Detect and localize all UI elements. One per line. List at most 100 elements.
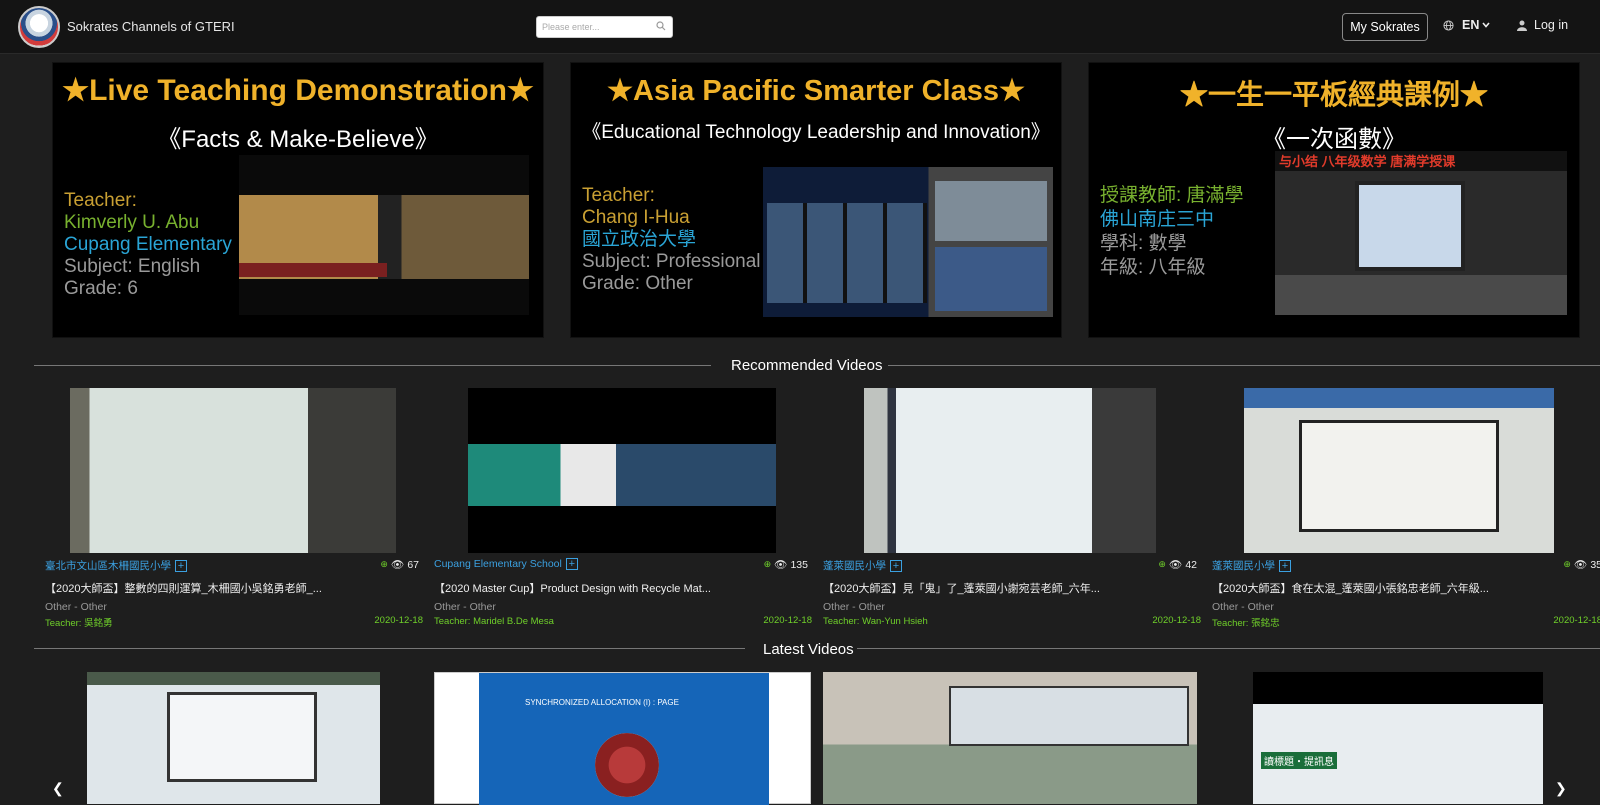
grade: Grade: Other	[582, 273, 693, 294]
video-date: 2020-12-18	[1152, 615, 1201, 626]
carousel-next-arrow[interactable]: ❯	[1555, 780, 1567, 797]
teacher-label: Teacher:	[582, 185, 655, 206]
brand-name[interactable]: Sokrates Channels of GTERI	[67, 19, 235, 34]
video-thumbnail[interactable]	[1244, 388, 1554, 553]
school-link[interactable]: 臺北市文山區木柵國民小學 +	[45, 558, 423, 573]
view-count: ⊕ 👁 42	[1158, 558, 1197, 572]
school-link[interactable]: 蓬萊國民小學 +	[823, 558, 1201, 573]
video-category: Other - Other	[434, 601, 496, 613]
view-number: 35	[1590, 558, 1600, 571]
divider	[888, 365, 1600, 366]
view-number: 135	[790, 558, 808, 571]
latest-thumbnail[interactable]	[87, 672, 380, 804]
plus-icon[interactable]: +	[1279, 559, 1291, 572]
my-sokrates-button[interactable]: My Sokrates	[1342, 13, 1428, 41]
video-card[interactable]: 蓬萊國民小學 + ⊕ 👁 35 【2020大師盃】食在太混_蓬萊國小張銘忠老師_六年級…	[1212, 388, 1600, 629]
banner-title: ★Asia Pacific Smarter Class★	[607, 75, 1025, 107]
grade: Grade: 6	[64, 278, 138, 299]
site-logo[interactable]	[18, 6, 60, 48]
eye-icon: 👁	[1168, 559, 1183, 571]
divider	[34, 648, 745, 649]
banner-subtitle: 《一次函數》	[1262, 126, 1406, 153]
video-date: 2020-12-18	[763, 615, 812, 626]
school-name: 臺北市文山區木柵國民小學	[45, 560, 171, 572]
school-name: 國立政治大學	[582, 229, 697, 250]
school-name: 蓬萊國民小學	[1212, 560, 1275, 572]
banner-info: 授課教師: 唐滿學 佛山南庄三中 學科: 數學 年級: 八年級	[1100, 184, 1244, 280]
video-card[interactable]: Cupang Elementary School + ⊕ 👁 135 【2020 Ma…	[434, 388, 812, 628]
search-input[interactable]	[537, 17, 649, 37]
teacher-label: Teacher:	[64, 190, 137, 211]
search-icon[interactable]	[656, 21, 666, 31]
latest-heading: Latest Videos	[763, 641, 854, 658]
view-count: ⊕ 👁 135	[763, 558, 808, 572]
school-link[interactable]: 蓬萊國民小學 +	[1212, 558, 1590, 573]
school-name: 蓬萊國民小學	[823, 560, 886, 572]
eye-icon: 👁	[390, 559, 405, 571]
chevron-down-icon	[1482, 22, 1490, 28]
video-date: 2020-12-18	[1553, 615, 1600, 626]
teacher-name: Kimverly U. Abu	[64, 212, 200, 233]
plus-icon[interactable]: +	[565, 558, 578, 570]
language-selector[interactable]: EN	[1443, 18, 1490, 32]
view-number: 42	[1185, 558, 1197, 571]
banner-caption: 与小结 八年级数学 唐满学授课	[1275, 151, 1567, 171]
video-category: Other - Other	[823, 601, 885, 613]
subject: Subject: English	[64, 256, 201, 277]
video-teacher: Teacher: 吳銘勇	[45, 618, 113, 629]
plus-icon[interactable]: +	[175, 559, 187, 572]
video-thumbnail[interactable]	[468, 388, 776, 553]
view-number: 67	[407, 558, 419, 571]
divider	[34, 365, 711, 366]
video-thumbnail[interactable]	[70, 388, 396, 553]
login-label: Log in	[1534, 18, 1569, 32]
latest-thumbnail[interactable]	[823, 672, 1197, 804]
carousel-prev-arrow[interactable]: ❮	[52, 780, 64, 797]
video-card[interactable]: 臺北市文山區木柵國民小學 + ⊕ 👁 67 【2020大師盃】整數的四則運算_木柵國小…	[45, 388, 423, 629]
video-title[interactable]: 【2020大師盃】見「鬼」了_蓬萊國小謝宛芸老師_六年...	[823, 580, 1201, 596]
eye-icon: 👁	[774, 559, 788, 571]
plus-icon[interactable]: +	[890, 559, 902, 572]
banner-tablet-lesson[interactable]: ★一生一平板經典課例★ 《一次函數》 授課教師: 唐滿學 佛山南庄三中 學科: …	[1088, 62, 1580, 338]
banner-info: Teacher: Chang I-Hua 國立政治大學 Subject: Pro…	[582, 185, 761, 295]
banner-screenshot: 与小结 八年级数学 唐满学授课	[1275, 151, 1567, 315]
language-label: EN	[1462, 18, 1480, 32]
latest-thumbnail[interactable]: 讀標題・提訊息	[1253, 672, 1543, 804]
school-name: Cupang Elementary School	[434, 558, 562, 570]
banner-subtitle: 《Educational Technology Leadership and I…	[582, 122, 1050, 143]
video-category: Other - Other	[1212, 601, 1274, 613]
video-thumbnail[interactable]	[864, 388, 1156, 553]
globe-icon: ⊕	[1563, 559, 1571, 569]
school-name: Cupang Elementary	[64, 234, 232, 255]
subject: 學科: 數學	[1100, 233, 1187, 254]
video-title[interactable]: 【2020 Master Cup】Product Design with Rec…	[434, 580, 812, 596]
banner-live-teaching[interactable]: ★Live Teaching Demonstration★ 《Facts & M…	[52, 62, 544, 338]
banner-screenshot	[763, 167, 1053, 317]
banner-title: ★一生一平板經典課例★	[1179, 79, 1488, 110]
search-box[interactable]	[536, 16, 673, 38]
video-title[interactable]: 【2020大師盃】整數的四則運算_木柵國小吳銘勇老師_...	[45, 580, 423, 596]
banner-asia-pacific[interactable]: ★Asia Pacific Smarter Class★ 《Educationa…	[570, 62, 1062, 338]
login-link[interactable]: Log in	[1517, 18, 1568, 32]
latest-thumbnail[interactable]: SYNCHRONIZED ALLOCATION (I) : PAGE	[434, 672, 811, 805]
video-category: Other - Other	[45, 601, 107, 613]
video-date: 2020-12-18	[374, 615, 423, 626]
video-teacher: Teacher: 張銘忠	[1212, 618, 1280, 629]
teacher-name: Chang I-Hua	[582, 207, 690, 228]
top-navbar: Sokrates Channels of GTERI My Sokrates E…	[0, 0, 1600, 54]
school-name: 佛山南庄三中	[1100, 209, 1215, 230]
globe-icon: ⊕	[1158, 559, 1166, 569]
user-icon	[1517, 20, 1527, 31]
school-link[interactable]: Cupang Elementary School +	[434, 558, 812, 570]
banner-title: ★Live Teaching Demonstration★	[62, 74, 534, 107]
divider	[857, 648, 1600, 649]
video-card[interactable]: 蓬萊國民小學 + ⊕ 👁 42 【2020大師盃】見「鬼」了_蓬萊國小謝宛芸老師_六年…	[823, 388, 1201, 628]
subject: Subject: Professional	[582, 251, 761, 272]
globe-icon: ⊕	[763, 559, 772, 569]
video-teacher: Teacher: Wan-Yun Hsieh	[823, 616, 928, 627]
recommended-heading: Recommended Videos	[731, 357, 883, 374]
globe-icon: ⊕	[380, 559, 388, 569]
banner-info: Teacher: Kimverly U. Abu Cupang Elementa…	[64, 190, 232, 300]
video-title[interactable]: 【2020大師盃】食在太混_蓬萊國小張銘忠老師_六年級...	[1212, 580, 1590, 596]
banner-screenshot	[239, 155, 529, 315]
